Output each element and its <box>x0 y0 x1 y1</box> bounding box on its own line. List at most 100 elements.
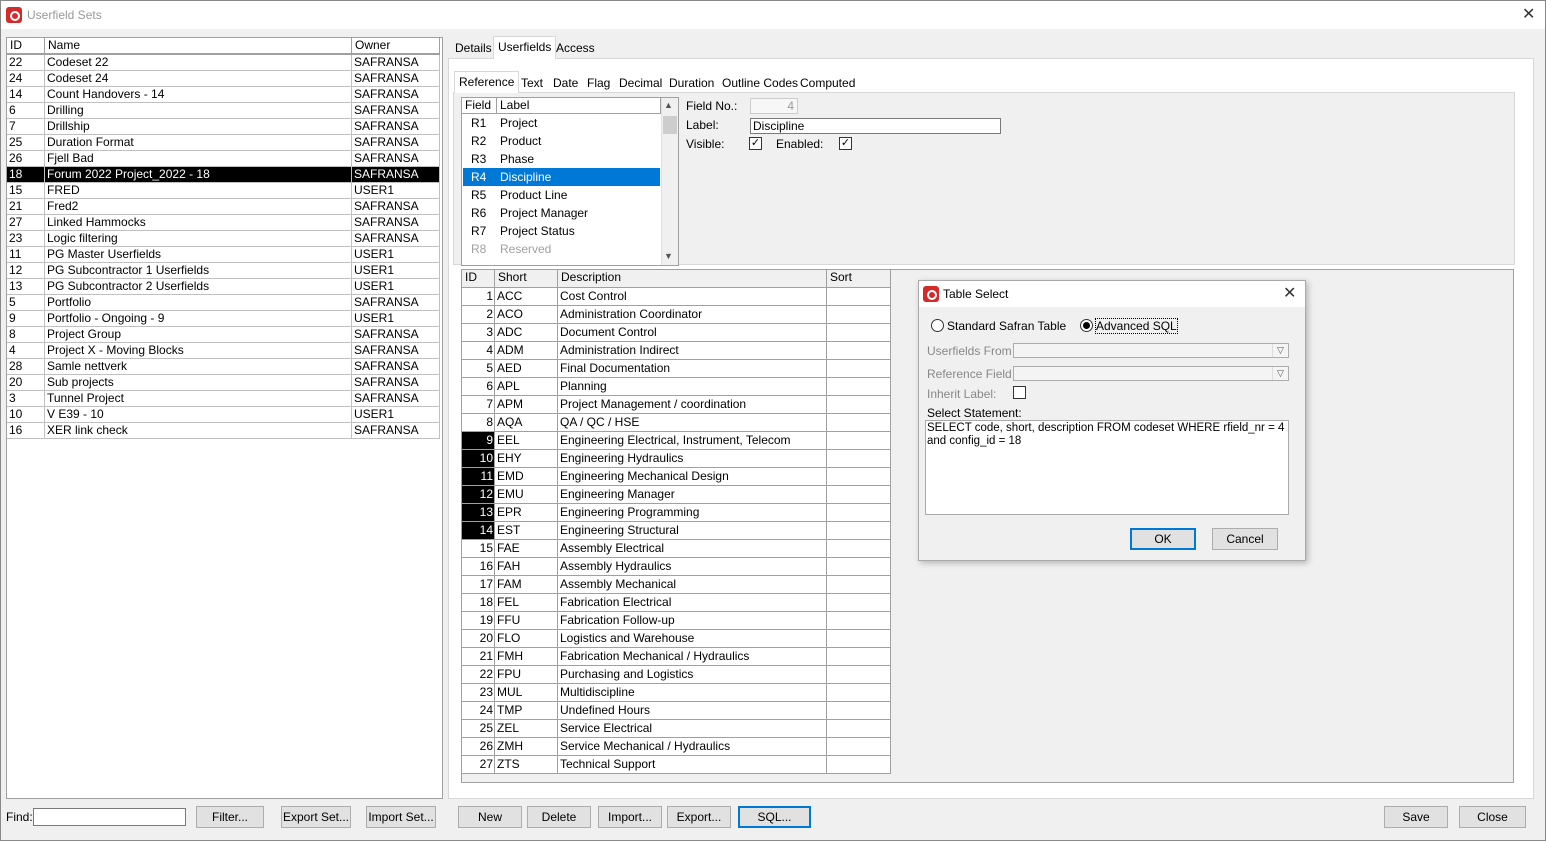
table-row[interactable]: 6 Drilling SAFRANSA <box>7 103 440 119</box>
table-row[interactable]: 18 Forum 2022 Project_2022 - 18 SAFRANSA <box>7 167 440 183</box>
table-row[interactable]: 13 PG Subcontractor 2 Userfields USER1 <box>7 279 440 295</box>
tab-text[interactable]: Text <box>516 73 548 93</box>
fields-scrollbar[interactable]: ▲ ▼ <box>661 98 678 265</box>
table-row[interactable]: 26 ZMH Service Mechanical / Hydraulics <box>462 738 891 756</box>
save-button[interactable]: Save <box>1384 806 1448 828</box>
table-row[interactable]: 27 Linked Hammocks SAFRANSA <box>7 215 440 231</box>
sql-statement-textarea[interactable]: SELECT code, short, description FROM cod… <box>925 420 1289 515</box>
table-row[interactable]: 1 ACC Cost Control <box>462 288 891 306</box>
table-row[interactable]: 25 Duration Format SAFRANSA <box>7 135 440 151</box>
table-row[interactable]: 5 Portfolio SAFRANSA <box>7 295 440 311</box>
tab-details[interactable]: Details <box>450 38 497 58</box>
close-icon[interactable]: ✕ <box>1522 7 1535 23</box>
codes-header-id[interactable]: ID <box>462 270 495 288</box>
list-item[interactable]: R7 Project Status <box>463 222 660 240</box>
codes-cell-sort[interactable] <box>827 558 891 576</box>
codes-cell-sort[interactable] <box>827 432 891 450</box>
tab-outline-codes[interactable]: Outline Codes <box>717 73 803 93</box>
table-row[interactable]: 15 FAE Assembly Electrical <box>462 540 891 558</box>
codes-cell-sort[interactable] <box>827 540 891 558</box>
codes-cell-sort[interactable] <box>827 288 891 306</box>
list-item[interactable]: R2 Product <box>463 132 660 150</box>
table-row[interactable]: 20 Sub projects SAFRANSA <box>7 375 440 391</box>
visible-checkbox[interactable]: ✓ <box>749 137 762 150</box>
table-row[interactable]: 4 ADM Administration Indirect <box>462 342 891 360</box>
codes-cell-sort[interactable] <box>827 360 891 378</box>
table-row[interactable]: 13 EPR Engineering Programming <box>462 504 891 522</box>
close-button[interactable]: Close <box>1459 806 1526 828</box>
filter-button[interactable]: Filter... <box>196 806 264 828</box>
tab-computed[interactable]: Computed <box>795 73 860 93</box>
table-row[interactable]: 2 ACO Administration Coordinator <box>462 306 891 324</box>
list-item[interactable]: R3 Phase <box>463 150 660 168</box>
table-row[interactable]: 27 ZTS Technical Support <box>462 756 891 774</box>
fields-header-field[interactable]: Field <box>462 98 497 114</box>
codes-header-description[interactable]: Description <box>558 270 827 288</box>
table-row[interactable]: 28 Samle nettverk SAFRANSA <box>7 359 440 375</box>
sets-header-name[interactable]: Name <box>45 38 352 55</box>
scroll-down-icon[interactable]: ▼ <box>664 251 673 261</box>
table-row[interactable]: 3 ADC Document Control <box>462 324 891 342</box>
delete-button[interactable]: Delete <box>527 806 591 828</box>
table-row[interactable]: 7 Drillship SAFRANSA <box>7 119 440 135</box>
table-row[interactable]: 4 Project X - Moving Blocks SAFRANSA <box>7 343 440 359</box>
codes-cell-sort[interactable] <box>827 522 891 540</box>
find-input[interactable] <box>33 808 186 826</box>
scroll-thumb[interactable] <box>663 116 677 134</box>
export-button[interactable]: Export... <box>667 806 731 828</box>
codes-cell-sort[interactable] <box>827 576 891 594</box>
table-row[interactable]: 16 XER link check SAFRANSA <box>7 423 440 439</box>
new-button[interactable]: New <box>458 806 522 828</box>
codes-header-short[interactable]: Short <box>495 270 558 288</box>
standard-table-label[interactable]: Standard Safran Table <box>947 319 1066 333</box>
codes-cell-sort[interactable] <box>827 486 891 504</box>
field-no-input[interactable]: 4 <box>750 98 798 114</box>
table-row[interactable]: 12 PG Subcontractor 1 Userfields USER1 <box>7 263 440 279</box>
tab-flag[interactable]: Flag <box>582 73 615 93</box>
dialog-close-icon[interactable]: ✕ <box>1283 286 1296 302</box>
tab-date[interactable]: Date <box>548 73 583 93</box>
codes-cell-sort[interactable] <box>827 342 891 360</box>
codes-cell-sort[interactable] <box>827 612 891 630</box>
codes-cell-sort[interactable] <box>827 738 891 756</box>
table-row[interactable]: 25 ZEL Service Electrical <box>462 720 891 738</box>
userfields-from-select[interactable]: ▽ <box>1013 343 1289 358</box>
table-row[interactable]: 3 Tunnel Project SAFRANSA <box>7 391 440 407</box>
list-item[interactable]: R5 Product Line <box>463 186 660 204</box>
table-row[interactable]: 21 FMH Fabrication Mechanical / Hydraulics <box>462 648 891 666</box>
tab-duration[interactable]: Duration <box>664 73 719 93</box>
codes-cell-sort[interactable] <box>827 396 891 414</box>
codes-cell-sort[interactable] <box>827 630 891 648</box>
ok-button[interactable]: OK <box>1130 528 1196 550</box>
table-row[interactable]: 17 FAM Assembly Mechanical <box>462 576 891 594</box>
table-row[interactable]: 6 APL Planning <box>462 378 891 396</box>
table-row[interactable]: 16 FAH Assembly Hydraulics <box>462 558 891 576</box>
table-row[interactable]: 19 FFU Fabrication Follow-up <box>462 612 891 630</box>
table-row[interactable]: 8 AQA QA / QC / HSE <box>462 414 891 432</box>
sets-header-owner[interactable]: Owner <box>352 38 440 55</box>
table-row[interactable]: 10 EHY Engineering Hydraulics <box>462 450 891 468</box>
table-row[interactable]: 8 Project Group SAFRANSA <box>7 327 440 343</box>
label-input[interactable]: Discipline <box>750 118 1001 134</box>
table-row[interactable]: 11 EMD Engineering Mechanical Design <box>462 468 891 486</box>
tab-reference[interactable]: Reference <box>454 71 520 93</box>
table-row[interactable]: 14 EST Engineering Structural <box>462 522 891 540</box>
table-row[interactable]: 14 Count Handovers - 14 SAFRANSA <box>7 87 440 103</box>
table-row[interactable]: 23 MUL Multidiscipline <box>462 684 891 702</box>
tab-decimal[interactable]: Decimal <box>614 73 667 93</box>
tab-userfields[interactable]: Userfields <box>493 36 557 59</box>
table-row[interactable]: 12 EMU Engineering Manager <box>462 486 891 504</box>
table-row[interactable]: 24 Codeset 24 SAFRANSA <box>7 71 440 87</box>
codes-cell-sort[interactable] <box>827 594 891 612</box>
codes-cell-sort[interactable] <box>827 414 891 432</box>
table-row[interactable]: 20 FLO Logistics and Warehouse <box>462 630 891 648</box>
sql-button[interactable]: SQL... <box>738 806 811 828</box>
table-row[interactable]: 10 V E39 - 10 USER1 <box>7 407 440 423</box>
codes-cell-sort[interactable] <box>827 504 891 522</box>
import-set-button[interactable]: Import Set... <box>366 806 436 828</box>
table-row[interactable]: 22 Codeset 22 SAFRANSA <box>7 55 440 71</box>
sets-header-id[interactable]: ID <box>7 38 45 55</box>
table-row[interactable]: 21 Fred2 SAFRANSA <box>7 199 440 215</box>
reference-field-select[interactable]: ▽ <box>1013 366 1289 381</box>
codes-cell-sort[interactable] <box>827 720 891 738</box>
